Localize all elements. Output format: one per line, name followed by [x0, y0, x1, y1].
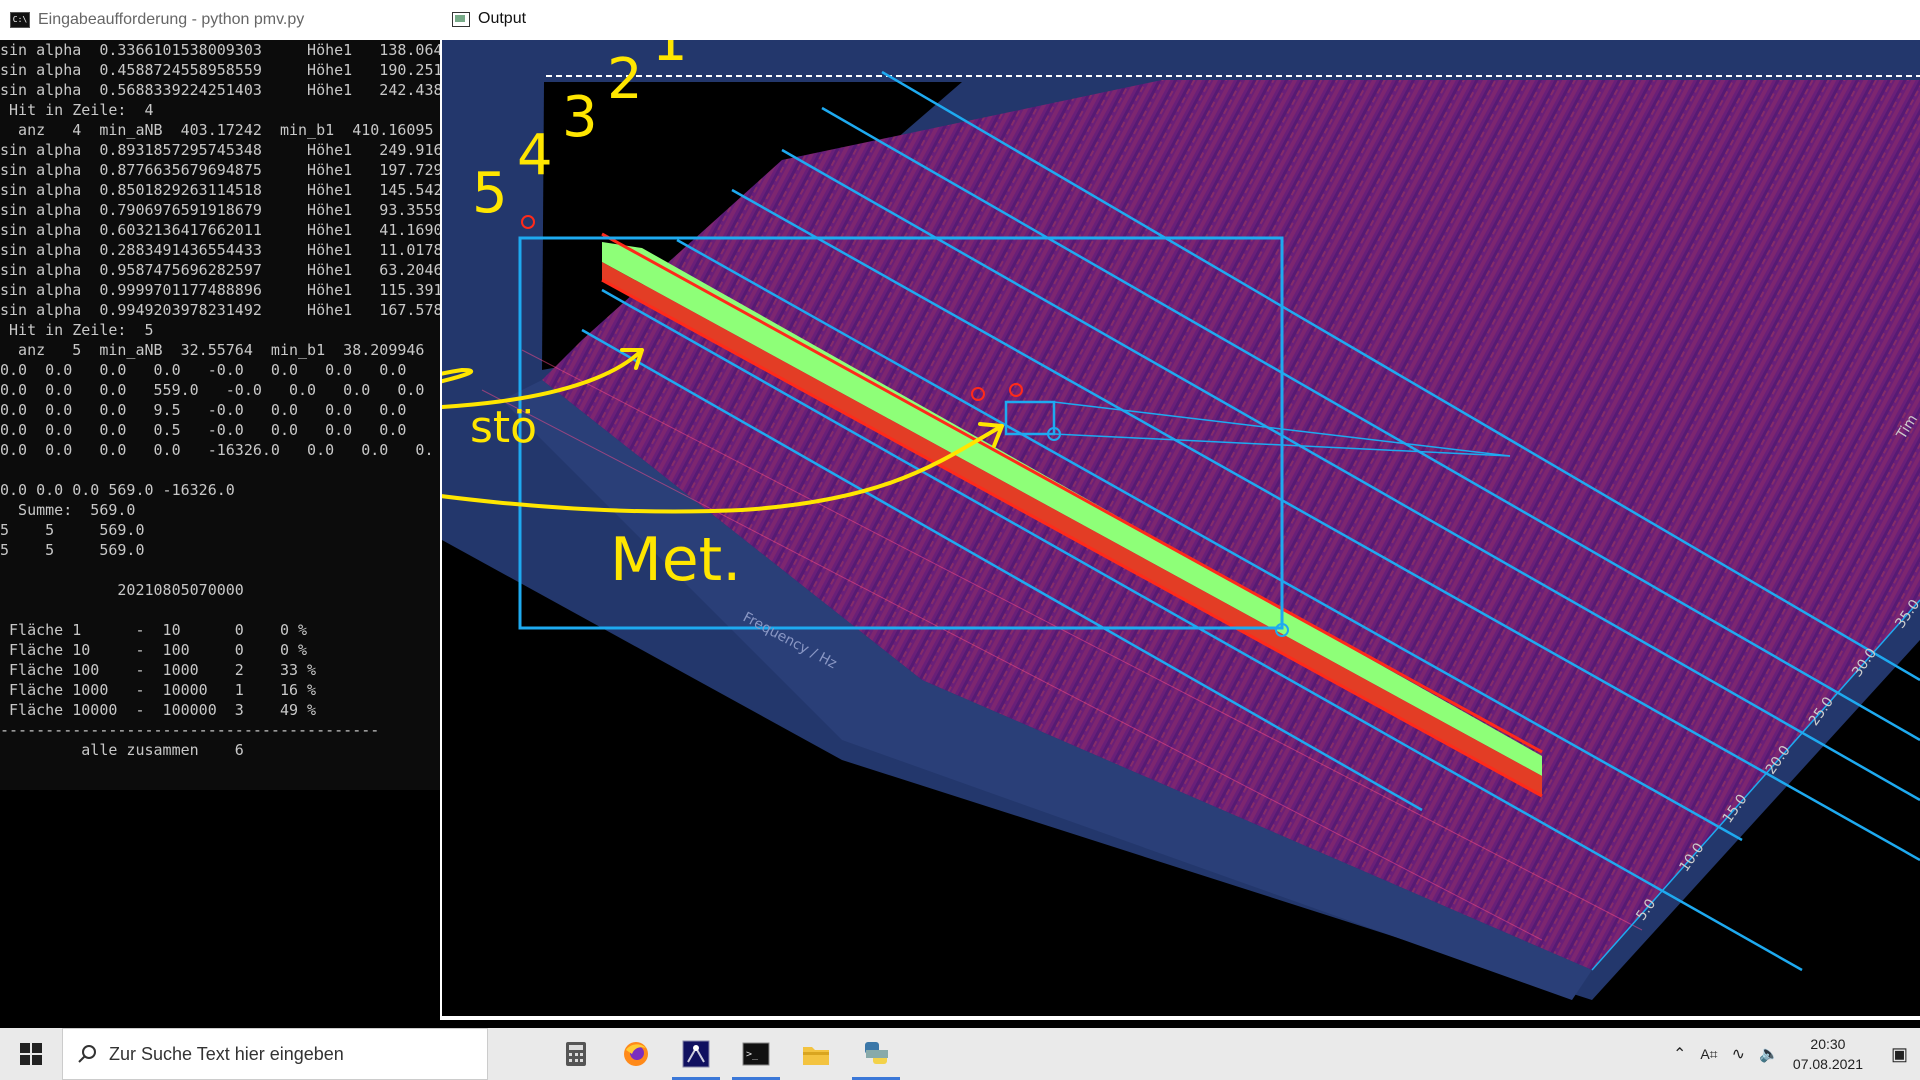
clock-date: 07.08.2021 [1792, 1056, 1863, 1072]
search-placeholder: Zur Suche Text hier eingeben [109, 1043, 344, 1064]
clock-time: 20:30 [1810, 1036, 1846, 1052]
firefox-icon [624, 1042, 648, 1066]
window-icon [452, 11, 470, 27]
annotation-number: 2 [607, 47, 643, 112]
console-title: Eingabeaufforderung - python pmv.py [38, 11, 305, 28]
astro-app[interactable] [666, 1028, 726, 1080]
annotation-met: Met. [610, 525, 741, 595]
console-window[interactable]: C:\ Eingabeaufforderung - python pmv.py … [0, 0, 441, 790]
cmd-icon: C:\ [10, 12, 30, 28]
volume-icon[interactable]: 🔈 [1759, 1044, 1779, 1064]
search-icon [78, 1045, 96, 1063]
firefox-app[interactable] [606, 1028, 666, 1080]
annotation-number: 4 [517, 123, 553, 188]
calculator-icon [566, 1042, 586, 1066]
system-tray: ⌃ A⌗ ∿ 🔈 20:30 07.08.2021 ▣ [1673, 1028, 1920, 1080]
file-explorer-icon [803, 1047, 829, 1065]
console-titlebar[interactable]: C:\ Eingabeaufforderung - python pmv.py [0, 0, 440, 40]
language-icon[interactable]: A⌗ [1700, 1046, 1717, 1063]
annotation-number: 5 [472, 161, 508, 226]
spectrogram-canvas[interactable]: 5.0 10.0 15.0 20.0 25.0 30.0 35.0 Tim Frequenc… [442, 40, 1920, 1016]
terminal-app[interactable]: >_ [726, 1028, 786, 1080]
calculator-app[interactable] [546, 1028, 606, 1080]
start-button[interactable] [0, 1028, 62, 1080]
output-titlebar[interactable]: Output [440, 0, 1920, 38]
python-app[interactable] [846, 1028, 906, 1080]
file-explorer-app[interactable] [786, 1028, 846, 1080]
annotation-stoe: stö [470, 402, 537, 453]
chevron-up-icon[interactable]: ⌃ [1673, 1044, 1686, 1064]
output-window[interactable]: Output 5.0 10.0 15.0 20.0 25.0 30.0 35.0… [440, 0, 1920, 1020]
clock[interactable]: 20:30 07.08.2021 [1793, 1034, 1863, 1074]
astro-app-icon [682, 1040, 710, 1068]
taskbar: Zur Suche Text hier eingeben >_ ⌃ A⌗ ∿ 🔈… [0, 1028, 1920, 1080]
svg-text:>_: >_ [746, 1049, 759, 1060]
search-box[interactable]: Zur Suche Text hier eingeben [62, 1028, 488, 1080]
python-icon [865, 1042, 888, 1064]
annotation-number: 3 [562, 85, 598, 150]
terminal-icon: >_ [742, 1042, 770, 1066]
console-output[interactable]: sin alpha 0.3366101538009303 Höhe1 138.0… [0, 40, 440, 760]
notifications-icon[interactable]: ▣ [1877, 1044, 1908, 1065]
spectrogram-3d-plot: 5.010.015.020.025.030.035.0 Tim Frequenc… [442, 40, 1920, 1000]
windows-icon [20, 1043, 42, 1065]
wifi-icon[interactable]: ∿ [1732, 1044, 1745, 1064]
annotation-number: 1 [652, 40, 688, 74]
output-title: Output [478, 10, 527, 27]
